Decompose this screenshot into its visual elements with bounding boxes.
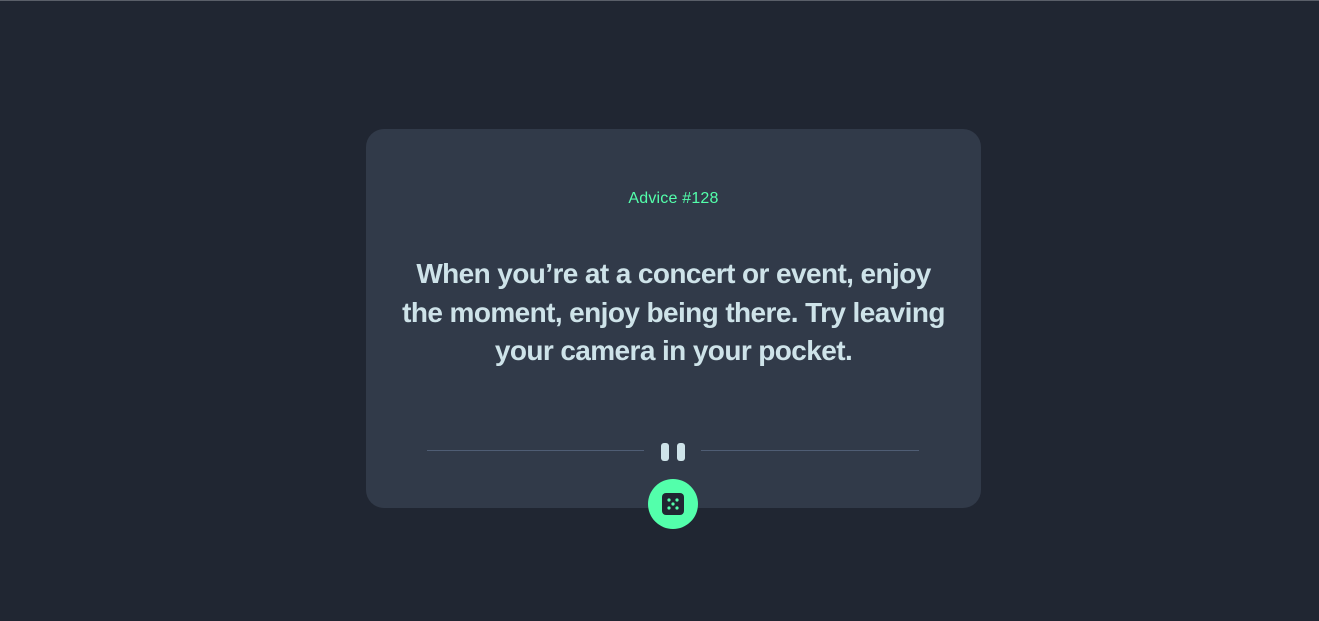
dice-icon (662, 493, 684, 515)
advice-number: Advice #128 (628, 190, 719, 207)
pause-icon (661, 443, 685, 461)
advice-card: Advice #128 When you’re at a concert or … (366, 129, 981, 508)
advice-quote: When you’re at a concert or event, enjoy… (402, 258, 945, 366)
divider-line-right (701, 450, 919, 451)
divider-line-left (427, 450, 644, 451)
new-advice-button[interactable] (648, 479, 698, 529)
window-top-border (0, 0, 1319, 1)
